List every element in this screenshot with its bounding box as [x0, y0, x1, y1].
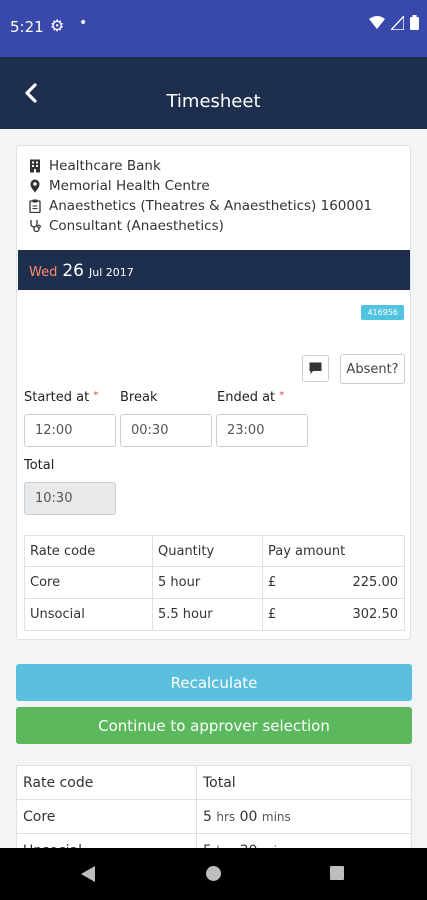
minutes-value: 00: [239, 808, 258, 825]
cell-signal-icon: [391, 15, 404, 30]
location-name: Memorial Health Centre: [49, 178, 210, 194]
total-hours-field: 10:30: [24, 482, 116, 515]
employer-row: Healthcare Bank: [29, 157, 161, 175]
break-input[interactable]: 00:30: [120, 414, 212, 447]
summary-header-row: Rate code Total: [16, 765, 412, 800]
rates-header-amount: Pay amount: [262, 535, 405, 567]
summary-header-code: Rate code: [16, 765, 197, 800]
comment-icon: [309, 362, 322, 374]
hours-unit: hrs: [216, 809, 236, 824]
summary-total-cell: 5 hrs 00 mins: [196, 799, 412, 834]
date-weekday: Wed: [29, 265, 58, 280]
date-day: 26: [62, 261, 84, 281]
minutes-unit: mins: [261, 809, 291, 824]
started-at-label: Started at *: [24, 390, 98, 405]
pay-amount-cell: £225.00: [262, 566, 405, 599]
nav-back-icon[interactable]: [80, 865, 96, 883]
rate-code-cell: Core: [24, 566, 153, 599]
department-name: Anaesthetics (Theatres & Anaesthetics) 1…: [49, 198, 373, 214]
comment-button[interactable]: [302, 355, 329, 382]
ended-at-label: Ended at *: [217, 390, 284, 405]
settings-gear-icon: ⚙: [50, 16, 65, 35]
status-bar: 5:21 ⚙ •: [0, 0, 427, 57]
nav-home-icon[interactable]: [206, 866, 221, 881]
building-icon: [30, 159, 40, 173]
break-label: Break: [120, 390, 158, 405]
table-row: Core 5 hrs 00 mins: [16, 799, 412, 834]
currency-symbol: £: [268, 607, 277, 622]
location-row: Memorial Health Centre: [29, 177, 210, 195]
absent-button[interactable]: Absent?: [340, 354, 405, 384]
map-pin-icon: [30, 179, 40, 193]
employer-name: Healthcare Bank: [49, 158, 161, 174]
reference-badge: 416956: [361, 305, 404, 320]
date-month-year: Jul 2017: [88, 266, 134, 279]
amount-value: 225.00: [352, 575, 399, 590]
shift-date-band: Wed 26 Jul 2017: [18, 250, 410, 290]
status-indicators: [369, 15, 419, 30]
summary-header-total: Total: [196, 765, 412, 800]
rates-header-code: Rate code: [24, 535, 153, 567]
pay-amount-cell: £302.50: [262, 598, 405, 631]
battery-icon: [410, 15, 419, 30]
rates-header-row: Rate code Quantity Pay amount: [24, 535, 405, 567]
hours-value: 5: [203, 808, 212, 825]
currency-symbol: £: [268, 575, 277, 590]
app-bar: Timesheet: [0, 57, 427, 129]
required-mark: *: [93, 390, 99, 401]
summary-code-cell: Core: [16, 799, 197, 834]
rates-header-quantity: Quantity: [152, 535, 263, 567]
required-mark: *: [279, 390, 285, 401]
ended-at-label-text: Ended at: [217, 390, 276, 405]
table-row: Core 5 hour £225.00: [24, 566, 405, 599]
ended-at-input[interactable]: 23:00: [216, 414, 308, 447]
notification-dot-icon: •: [79, 15, 88, 31]
timesheet-card: Healthcare Bank Memorial Health Centre A…: [16, 145, 411, 640]
quantity-cell: 5 hour: [152, 566, 263, 599]
quantity-cell: 5.5 hour: [152, 598, 263, 631]
amount-value: 302.50: [352, 607, 399, 622]
status-time: 5:21: [10, 18, 44, 36]
stethoscope-icon: [30, 220, 41, 233]
wifi-icon: [369, 15, 385, 29]
recalculate-button[interactable]: Recalculate: [16, 664, 412, 701]
started-at-input[interactable]: 12:00: [24, 414, 116, 447]
rates-table: Rate code Quantity Pay amount Core 5 hou…: [24, 535, 405, 631]
started-at-label-text: Started at: [24, 390, 90, 405]
continue-to-approver-button[interactable]: Continue to approver selection: [16, 707, 412, 744]
clipboard-icon: [29, 199, 41, 213]
page-title: Timesheet: [166, 91, 261, 112]
role-name: Consultant (Anaesthetics): [49, 218, 224, 234]
role-row: Consultant (Anaesthetics): [29, 217, 224, 235]
department-row: Anaesthetics (Theatres & Anaesthetics) 1…: [29, 197, 372, 215]
system-navigation-bar: [0, 848, 427, 900]
nav-recent-apps-icon[interactable]: [330, 866, 344, 880]
total-label: Total: [24, 458, 55, 473]
table-row: Unsocial 5.5 hour £302.50: [24, 598, 405, 631]
rate-code-cell: Unsocial: [24, 598, 153, 631]
